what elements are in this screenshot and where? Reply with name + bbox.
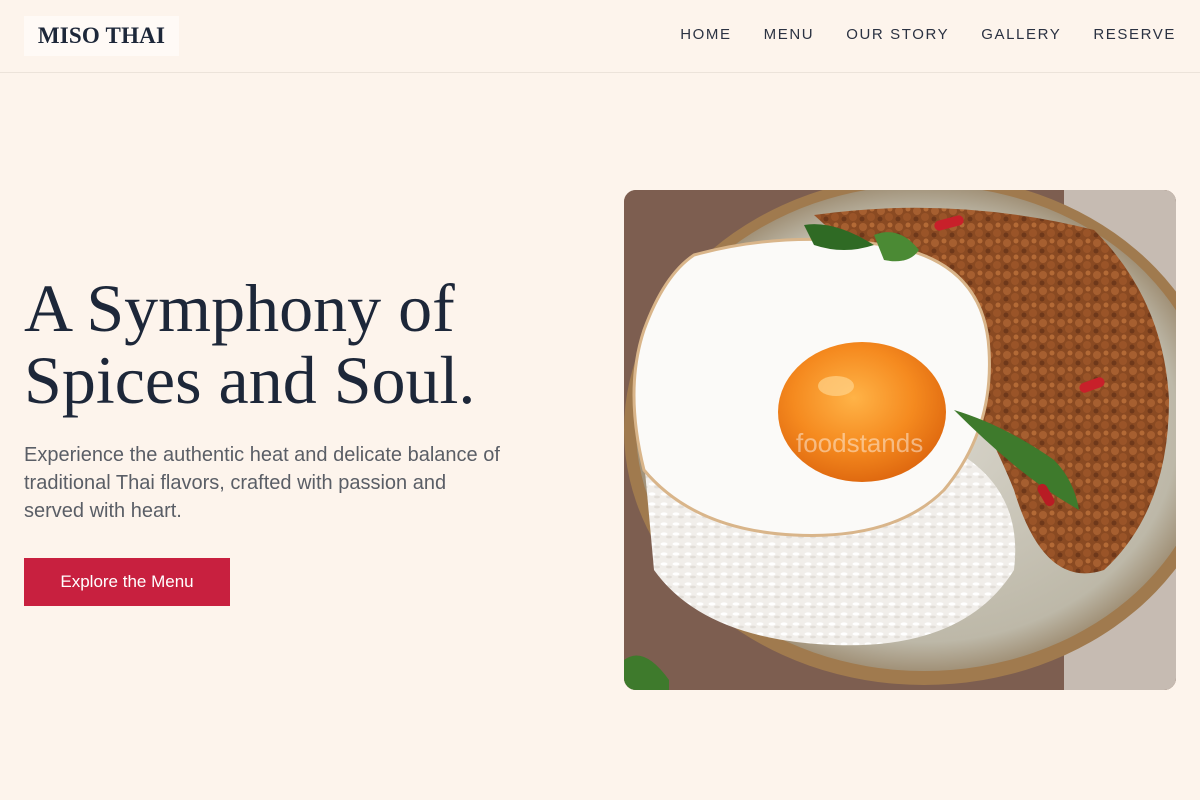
hero-food-image: foodstands [624,190,1176,690]
hero-title-line-2: Spices and Soul. [24,342,476,418]
fried-egg-plate-illustration: foodstands [624,190,1176,690]
nav-link-our-story[interactable]: OUR STORY [846,26,949,43]
nav-link-reserve[interactable]: RESERVE [1093,26,1176,43]
egg-yolk [778,342,946,482]
hero-subtitle: Experience the authentic heat and delica… [24,444,500,522]
image-watermark: foodstands [796,428,923,458]
nav-link-gallery[interactable]: GALLERY [981,26,1061,43]
site-header: MISO THAI HOME MENU OUR STORY GALLERY RE… [0,0,1200,73]
hero-title: A Symphony of Spices and Soul. [24,272,584,416]
yolk-highlight [818,376,854,396]
explore-menu-button[interactable]: Explore the Menu [24,558,230,606]
nav-link-menu[interactable]: MENU [764,26,815,43]
hero-title-line-1: A Symphony of [24,270,455,346]
main-nav: HOME MENU OUR STORY GALLERY RESERVE [680,26,1176,43]
logo[interactable]: MISO THAI [24,16,179,56]
nav-link-home[interactable]: HOME [680,26,731,43]
